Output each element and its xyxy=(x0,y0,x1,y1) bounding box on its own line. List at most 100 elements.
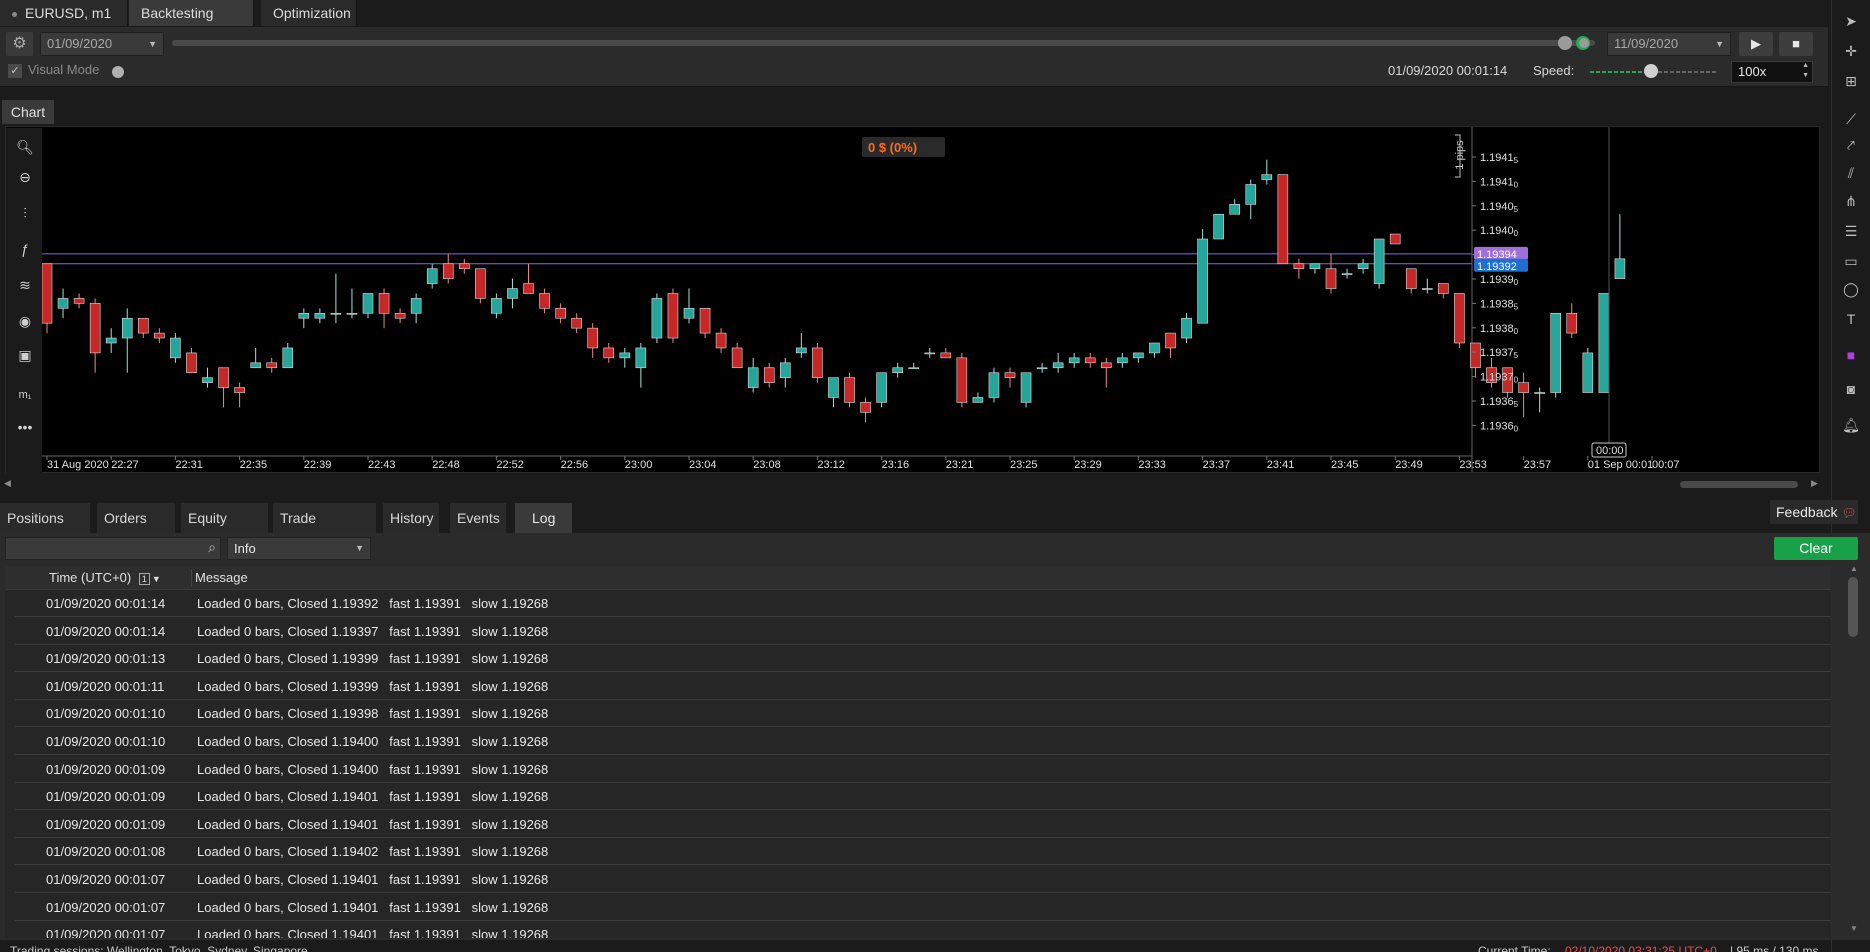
stop-button[interactable]: ■ xyxy=(1779,32,1813,56)
camera-icon[interactable]: ◙ xyxy=(1840,378,1862,400)
clear-button[interactable]: Clear xyxy=(1774,537,1858,560)
scroll-left-icon[interactable]: ◀ xyxy=(4,478,11,489)
tab-trade-statistics[interactable]: Trade Statistics xyxy=(273,503,376,556)
color-picker-icon[interactable]: ■ xyxy=(1840,344,1862,366)
scroll-up-icon[interactable]: ▲ xyxy=(1850,564,1858,573)
play-button[interactable]: ▶ xyxy=(1739,32,1773,56)
pitchfork-icon[interactable]: ⋔ xyxy=(1840,190,1862,212)
ray-icon[interactable]: ⤤ xyxy=(1840,134,1862,156)
log-search-input[interactable]: ⌕ xyxy=(5,537,221,560)
tab-log[interactable]: Log xyxy=(515,503,572,533)
candle-body xyxy=(1405,268,1417,289)
chart-type-icon[interactable]: ⫶ xyxy=(14,202,36,224)
log-row[interactable]: 01/09/2020 00:01:11 Loaded 0 bars, Closed… xyxy=(15,673,1831,700)
measure-icon[interactable]: ⊞ xyxy=(1840,70,1862,92)
bell-icon[interactable]: 🔔︎ xyxy=(1840,414,1862,436)
candle-body xyxy=(1229,204,1240,215)
log-row[interactable]: 01/09/2020 00:01:10 Loaded 0 bars, Closed… xyxy=(15,728,1831,755)
candle-body xyxy=(988,372,1000,398)
x-tick-label: 23:29 xyxy=(1074,459,1102,471)
candle-body xyxy=(571,317,582,329)
candle-body xyxy=(956,357,968,403)
tab-chart[interactable]: Chart xyxy=(2,100,54,124)
timeframe-icon[interactable]: m₁ xyxy=(14,384,36,406)
channel-icon[interactable]: ⫽ xyxy=(1840,162,1862,184)
progress-handle-start[interactable] xyxy=(1558,36,1572,50)
column-separator[interactable] xyxy=(191,569,192,587)
candle-body xyxy=(1582,352,1594,393)
log-row[interactable]: 01/09/2020 00:01:09 Loaded 0 bars, Closed… xyxy=(15,783,1831,811)
tab-equity-chart[interactable]: Equity Chart xyxy=(181,503,268,556)
x-tick-label: 23:41 xyxy=(1267,459,1295,471)
visual-mode-slider[interactable] xyxy=(112,66,124,78)
tab-symbol[interactable]: EURUSD, m1 xyxy=(0,0,128,26)
candle-body xyxy=(1245,184,1257,205)
tab-positions[interactable]: Positions0 xyxy=(0,503,90,558)
crosshair-icon[interactable]: ✛ xyxy=(1840,40,1862,62)
y-tick-label: 1.19415 xyxy=(1480,152,1519,165)
candlestick-chart[interactable]: 1.194151.194101.194051.194001.193951.193… xyxy=(42,127,1818,472)
log-row-message: Loaded 0 bars, Closed 1.19401 fast 1.193… xyxy=(197,789,549,805)
cursor-arrow-icon[interactable]: ➤ xyxy=(1840,10,1862,32)
log-row[interactable]: 01/09/2020 00:01:09 Loaded 0 bars, Closed… xyxy=(15,756,1831,783)
speed-track-filled[interactable] xyxy=(1590,71,1646,73)
trendline-icon[interactable]: ⟋ xyxy=(1840,108,1862,130)
eye-icon[interactable]: ◉ xyxy=(14,310,36,332)
ellipse-icon[interactable]: ◯ xyxy=(1840,278,1862,300)
candle-body xyxy=(218,367,229,388)
column-message-header[interactable]: Message xyxy=(195,570,248,585)
fibonacci-icon[interactable]: ☰ xyxy=(1840,220,1862,242)
log-vertical-scrollbar[interactable] xyxy=(1848,577,1858,637)
layers-icon[interactable]: ≋ xyxy=(14,274,36,296)
pnl-value: 0 $ (0%) xyxy=(868,140,917,155)
tab-backtesting[interactable]: Backtesting❚❚ xyxy=(129,0,254,51)
chart-settings-icon[interactable]: ▣ xyxy=(14,344,36,366)
speed-input[interactable]: 100x ▲ ▼ xyxy=(1731,61,1813,83)
candle-body xyxy=(539,293,550,309)
backtest-progress-track[interactable] xyxy=(172,40,1595,46)
y-tick-label: 1.19400 xyxy=(1480,225,1519,238)
feedback-button[interactable]: Feedback 💬︎ xyxy=(1770,500,1858,524)
end-date-select[interactable]: 11/09/2020 ▼ xyxy=(1607,32,1731,56)
tab-events[interactable]: Events xyxy=(450,503,506,533)
log-row[interactable]: 01/09/2020 00:01:14 Loaded 0 bars, Closed… xyxy=(15,618,1831,645)
stepper-icon[interactable]: ▲ ▼ xyxy=(1802,61,1809,81)
candle-body xyxy=(828,377,839,398)
log-row[interactable]: 01/09/2020 00:01:07 Loaded 0 bars, Closed… xyxy=(15,894,1831,921)
log-row[interactable]: 01/09/2020 00:01:07 Loaded 0 bars, Closed… xyxy=(15,866,1831,893)
log-row[interactable]: 01/09/2020 00:01:09 Loaded 0 bars, Closed… xyxy=(15,811,1831,838)
search-icon[interactable]: ⌕ xyxy=(208,539,216,556)
scroll-down-icon[interactable]: ▼ xyxy=(1850,924,1858,933)
log-row[interactable]: 01/09/2020 00:01:14 Loaded 0 bars, Closed… xyxy=(15,590,1831,617)
x-tick-label: 23:53 xyxy=(1459,459,1487,471)
candle-body xyxy=(1422,288,1433,290)
zoom-out-icon[interactable]: ⊖ xyxy=(14,166,36,188)
log-row[interactable]: 01/09/2020 00:01:08 Loaded 0 bars, Closed… xyxy=(15,838,1831,866)
candle-body xyxy=(1181,317,1192,339)
progress-handle-end[interactable] xyxy=(1579,38,1589,48)
text-icon[interactable]: T xyxy=(1840,308,1862,330)
more-icon[interactable]: ••• xyxy=(14,416,36,438)
indicator-icon[interactable]: ƒ xyxy=(14,238,36,260)
current-time-value[interactable]: 02/10/2020 03:31:25 UTC+0 xyxy=(1565,944,1717,952)
column-time-header[interactable]: Time (UTC+0) 1 ▼ xyxy=(49,570,161,585)
tab-optimization[interactable]: Optimization xyxy=(261,0,357,26)
log-row[interactable]: 01/09/2020 00:01:07 Loaded 0 bars, Closed… xyxy=(15,921,1831,938)
tab-history[interactable]: History xyxy=(383,503,439,533)
chart-horizontal-scrollbar[interactable] xyxy=(1680,481,1798,488)
candle-body xyxy=(908,367,920,370)
settings-gear-icon[interactable]: ⚙ xyxy=(6,32,33,56)
log-row[interactable]: 01/09/2020 00:01:10 Loaded 0 bars, Closed… xyxy=(15,700,1831,728)
log-row[interactable]: 01/09/2020 00:01:13 Loaded 0 bars, Closed… xyxy=(15,645,1831,673)
speed-slider-handle[interactable] xyxy=(1644,64,1658,78)
candle-body xyxy=(1550,312,1561,393)
speed-track[interactable] xyxy=(1652,71,1717,73)
log-row-time: 01/09/2020 00:01:08 xyxy=(46,844,166,860)
log-level-select[interactable]: Info ▼ xyxy=(227,537,371,560)
zoom-in-icon[interactable]: 🔍︎ xyxy=(14,136,36,158)
start-date-select[interactable]: 01/09/2020 ▼ xyxy=(40,32,164,56)
tab-orders[interactable]: Orders0 xyxy=(97,503,175,558)
visual-mode-checkbox[interactable]: ✓ xyxy=(8,64,22,78)
rectangle-icon[interactable]: ▭ xyxy=(1840,250,1862,272)
scroll-right-icon[interactable]: ▶ xyxy=(1811,478,1818,489)
